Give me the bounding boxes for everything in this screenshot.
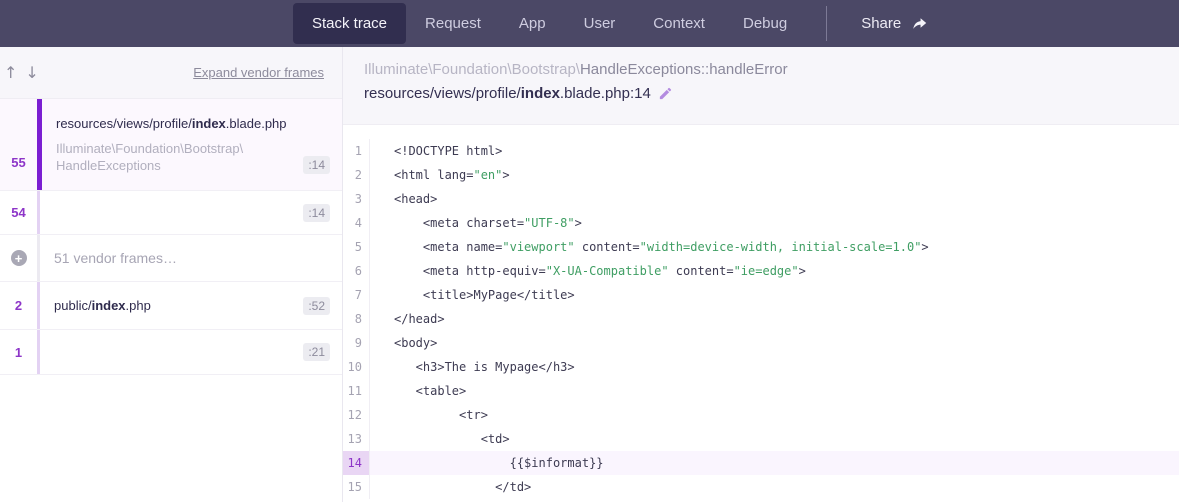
- file-path: resources/views/profile/index.blade.php:…: [364, 85, 1179, 102]
- top-navbar: Stack trace Request App User Context Deb…: [0, 0, 1179, 47]
- code-text: {{$informat}}: [370, 456, 604, 470]
- code-text: <html lang="en">: [370, 168, 510, 182]
- code-text: <table>: [370, 384, 466, 398]
- code-line: 13 <td>: [343, 427, 1179, 451]
- code-text: </head>: [370, 312, 445, 326]
- code-line: 9<body>: [343, 331, 1179, 355]
- code-text: </td>: [370, 480, 531, 494]
- pencil-icon: [658, 86, 673, 101]
- share-button-label: Share: [861, 15, 901, 32]
- frame-file-path: public/index.php: [54, 298, 151, 313]
- code-line: 2<html lang="en">: [343, 163, 1179, 187]
- stack-frames-sidebar: ↑ ↓ Expand vendor frames 55 resources/vi…: [0, 47, 343, 502]
- code-viewer: 1<!DOCTYPE html>2<html lang="en">3<head>…: [343, 125, 1179, 502]
- code-text: <meta name="viewport" content="width=dev…: [370, 240, 929, 254]
- frame-number: 1: [0, 330, 37, 374]
- code-line: 5 <meta name="viewport" content="width=d…: [343, 235, 1179, 259]
- frame-number: 54: [0, 191, 37, 234]
- share-arrow-icon: [911, 15, 928, 32]
- line-number: 9: [343, 331, 370, 355]
- code-line: 3<head>: [343, 187, 1179, 211]
- code-line: 7 <title>MyPage</title>: [343, 283, 1179, 307]
- navbar-divider: [826, 6, 827, 41]
- stack-frame-55[interactable]: 55 resources/views/profile/index.blade.p…: [0, 99, 342, 191]
- line-number: 5: [343, 235, 370, 259]
- line-number: 4: [343, 211, 370, 235]
- code-text: <!DOCTYPE html>: [370, 144, 502, 158]
- frame-number: 2: [0, 282, 37, 329]
- code-line: 4 <meta charset="UTF-8">: [343, 211, 1179, 235]
- code-text: <meta http-equiv="X-UA-Compatible" conte…: [370, 264, 806, 278]
- code-text: <h3>The is Mypage</h3>: [370, 360, 575, 374]
- code-text: <head>: [370, 192, 437, 206]
- line-number: 12: [343, 403, 370, 427]
- stack-frame-54[interactable]: 54 :14: [0, 191, 342, 235]
- code-lines: 1<!DOCTYPE html>2<html lang="en">3<head>…: [343, 139, 1179, 499]
- line-number: 11: [343, 379, 370, 403]
- tab-user[interactable]: User: [565, 0, 635, 47]
- stack-frame-1[interactable]: 1 :21: [0, 330, 342, 375]
- code-line: 12 <tr>: [343, 403, 1179, 427]
- line-number: 7: [343, 283, 370, 307]
- code-text: <title>MyPage</title>: [370, 288, 575, 302]
- tab-debug[interactable]: Debug: [724, 0, 806, 47]
- code-line: 8</head>: [343, 307, 1179, 331]
- code-text: <tr>: [370, 408, 488, 422]
- frame-file-path: resources/views/profile/index.blade.php: [56, 116, 330, 131]
- tab-app[interactable]: App: [500, 0, 565, 47]
- frame-line-badge: :14: [303, 156, 330, 174]
- prev-frame-arrow-icon[interactable]: ↑: [0, 61, 21, 84]
- plus-circle-icon: +: [11, 250, 27, 266]
- line-number: 10: [343, 355, 370, 379]
- method-signature: Illuminate\Foundation\Bootstrap\HandleEx…: [364, 61, 1179, 78]
- vendor-frames-label: 51 vendor frames…: [54, 250, 177, 266]
- stack-frame-2[interactable]: 2 public/index.php :52: [0, 282, 342, 330]
- tab-stack-trace[interactable]: Stack trace: [293, 3, 406, 44]
- expand-vendor-frames-link[interactable]: Expand vendor frames: [193, 65, 324, 80]
- frame-number: 55: [0, 99, 37, 190]
- vendor-frames-row[interactable]: + 51 vendor frames…: [0, 235, 342, 282]
- code-text: <td>: [370, 432, 510, 446]
- line-number: 13: [343, 427, 370, 451]
- tab-context[interactable]: Context: [634, 0, 724, 47]
- open-in-editor-button[interactable]: [658, 86, 673, 101]
- frame-class-name: Illuminate\Foundation\Bootstrap\ HandleE…: [56, 140, 243, 174]
- code-line: 11 <table>: [343, 379, 1179, 403]
- line-number: 1: [343, 139, 370, 163]
- code-line: 15 </td>: [343, 475, 1179, 499]
- line-number: 15: [343, 475, 370, 499]
- next-frame-arrow-icon[interactable]: ↓: [21, 61, 42, 84]
- code-line: 10 <h3>The is Mypage</h3>: [343, 355, 1179, 379]
- frame-line-badge: :52: [303, 297, 330, 315]
- sidebar-header: ↑ ↓ Expand vendor frames: [0, 47, 342, 99]
- line-number: 14: [343, 451, 370, 475]
- line-number: 6: [343, 259, 370, 283]
- code-line: 1<!DOCTYPE html>: [343, 139, 1179, 163]
- code-text: <meta charset="UTF-8">: [370, 216, 582, 230]
- frame-line-badge: :21: [303, 343, 330, 361]
- code-line: 6 <meta http-equiv="X-UA-Compatible" con…: [343, 259, 1179, 283]
- frame-detail-panel: Illuminate\Foundation\Bootstrap\HandleEx…: [343, 47, 1179, 502]
- line-number: 8: [343, 307, 370, 331]
- share-button[interactable]: Share: [847, 0, 942, 47]
- line-number: 2: [343, 163, 370, 187]
- code-text: <body>: [370, 336, 437, 350]
- frame-line-badge: :14: [303, 204, 330, 222]
- code-line: 14 {{$informat}}: [343, 451, 1179, 475]
- frame-detail-header: Illuminate\Foundation\Bootstrap\HandleEx…: [343, 47, 1179, 125]
- tab-request[interactable]: Request: [406, 0, 500, 47]
- line-number: 3: [343, 187, 370, 211]
